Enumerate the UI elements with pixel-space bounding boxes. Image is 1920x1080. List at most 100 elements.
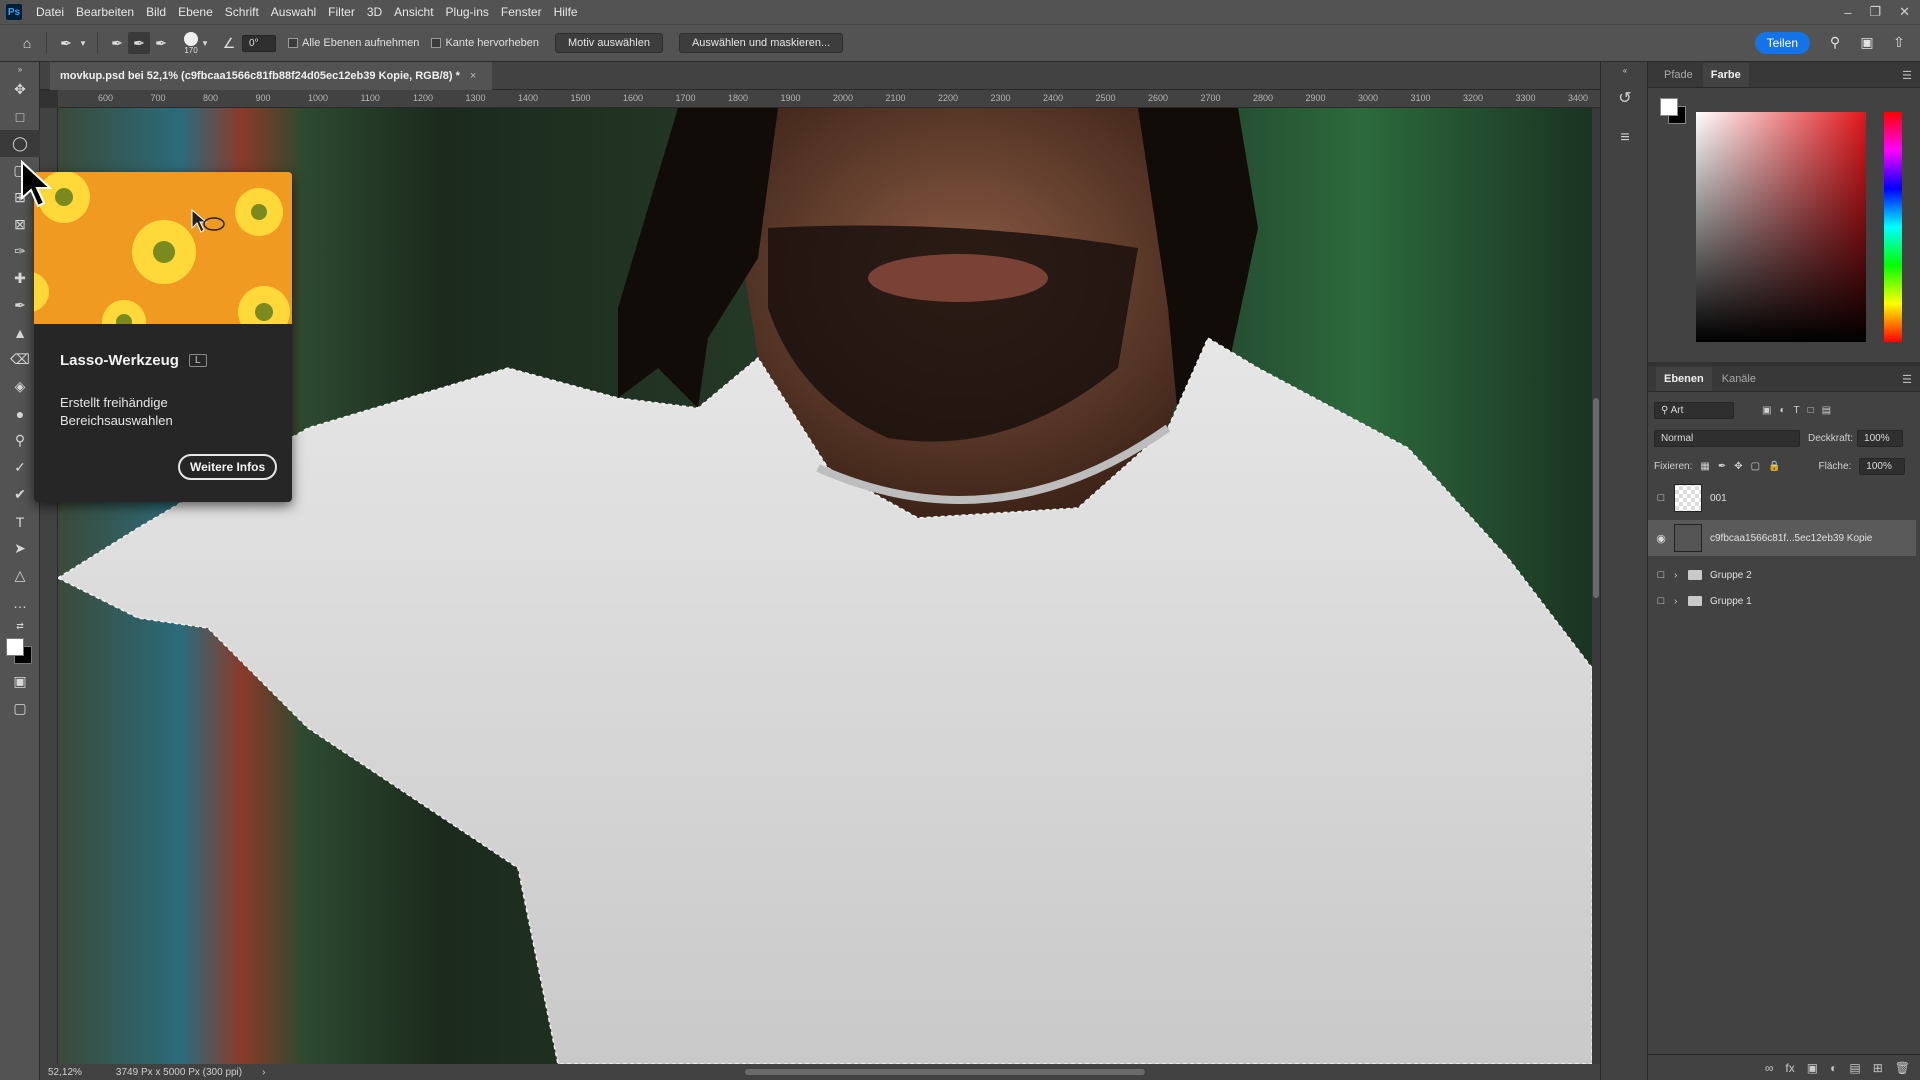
link-layers-icon[interactable]: ∞ [1765,1061,1774,1075]
minimize-icon[interactable]: – [1844,5,1851,20]
tab-ebenen[interactable]: Ebenen [1656,366,1712,391]
checkbox-box[interactable] [431,38,442,48]
vertical-scrollbar[interactable] [1592,108,1600,1064]
lock-transparency-icon[interactable]: ▦ [1700,461,1709,472]
select-and-mask-button[interactable]: Auswählen und maskieren... [678,33,844,53]
search-icon[interactable]: ⚲ [1824,31,1846,53]
export-icon[interactable]: ⇧ [1888,31,1910,53]
menu-plugins[interactable]: Plug-ins [440,0,495,24]
zoom-level[interactable]: 52,12% [48,1067,82,1078]
lock-all-icon[interactable]: 🔒 [1768,461,1780,472]
horizontal-scroll-thumb[interactable] [745,1069,1145,1075]
add-mask-icon[interactable]: ▣ [1807,1061,1818,1075]
chevron-right-icon[interactable]: › [1674,596,1688,607]
group-row[interactable]: □ › Gruppe 1 [1648,588,1916,614]
type-tool-icon[interactable]: T [0,508,40,535]
eye-icon[interactable]: ◉ [1648,532,1674,545]
restore-icon[interactable]: ❐ [1869,4,1881,20]
opacity-input[interactable]: 100% [1857,430,1904,447]
ruler-tick-label: 3300 [1515,93,1536,103]
workspace-icon[interactable]: ▣ [1856,31,1878,53]
tab-kanaele[interactable]: Kanäle [1714,367,1764,391]
adjustment-layer-icon[interactable]: ◐ [1830,1061,1837,1075]
fx-icon[interactable]: fx [1785,1061,1794,1075]
fill-input[interactable]: 100% [1859,458,1906,475]
path-selection-tool-icon[interactable]: ➤ [0,535,40,562]
smart-object-filter-icon[interactable]: ▤ [1822,405,1831,416]
shape-filter-icon[interactable]: □ [1808,405,1814,416]
share-button[interactable]: Teilen [1754,32,1810,54]
lock-pixels-icon[interactable]: ✒ [1718,461,1726,472]
collapse-panels-icon[interactable]: « [1601,62,1649,78]
type-filter-icon[interactable]: T [1794,405,1800,416]
quick-selection-preset-icon[interactable]: ✒ [55,32,77,54]
menu-datei[interactable]: Datei [30,0,70,24]
menu-auswahl[interactable]: Auswahl [265,0,322,24]
pixel-filter-icon[interactable]: ▣ [1762,405,1771,416]
hue-slider[interactable] [1884,112,1902,342]
chevron-right-icon[interactable]: › [262,1067,265,1078]
screen-mode-icon[interactable]: ▢ [0,695,40,722]
chevron-down-icon[interactable]: ▾ [198,32,212,54]
new-selection-icon[interactable]: ✒ [106,32,128,54]
tab-farbe[interactable]: Farbe [1702,62,1749,87]
panel-menu-icon[interactable]: ☰ [1902,373,1912,386]
brush-size-control[interactable]: 170 [184,31,198,55]
home-icon[interactable]: ⌂ [16,32,38,54]
subtract-selection-icon[interactable]: ✒ [150,32,172,54]
sample-all-layers-checkbox[interactable]: Alle Ebenen aufnehmen [288,37,419,49]
menu-bild[interactable]: Bild [140,0,172,24]
move-tool-icon[interactable]: ✥ [0,76,40,103]
new-layer-icon[interactable]: ⊞ [1873,1061,1883,1075]
color-swatches[interactable] [0,636,40,668]
angle-input[interactable]: 0° [242,34,276,52]
checkbox-box[interactable] [288,38,298,48]
close-icon[interactable]: ✕ [1899,4,1910,20]
menu-fenster[interactable]: Fenster [495,0,548,24]
collapse-toolbar-icon[interactable]: » [0,62,40,76]
menu-schrift[interactable]: Schrift [219,0,265,24]
menu-hilfe[interactable]: Hilfe [548,0,584,24]
lasso-tool-icon[interactable]: ◯ [0,130,40,157]
layer-filter-select[interactable]: ⚲ Art [1654,402,1734,419]
blend-mode-select[interactable]: Normal [1654,430,1800,447]
foreground-color-swatch[interactable] [6,638,24,656]
close-tab-icon[interactable]: × [470,70,476,82]
document-tab[interactable]: movkup.psd bei 52,1% (c9fbcaa1566c81fb88… [50,62,493,90]
delete-layer-icon[interactable]: 🗑 [1895,1061,1910,1075]
tab-pfade[interactable]: Pfade [1656,63,1701,87]
history-icon[interactable]: ↺ [1601,78,1649,118]
chevron-right-icon[interactable]: › [1674,570,1688,581]
shape-tool-icon[interactable]: △ [0,562,40,589]
group-row[interactable]: □ › Gruppe 2 [1648,562,1916,588]
swap-colors-icon[interactable]: ⇄ [0,616,40,636]
color-picker-field[interactable] [1696,112,1866,342]
menu-bearbeiten[interactable]: Bearbeiten [70,0,140,24]
menu-ansicht[interactable]: Ansicht [388,0,439,24]
add-to-selection-icon[interactable]: ✒ [128,32,150,54]
visibility-toggle[interactable]: □ [1648,569,1674,581]
lock-artboard-icon[interactable]: ▢ [1751,461,1760,472]
adjustment-filter-icon[interactable]: ◐ [1779,405,1785,416]
quick-mask-icon[interactable]: ▣ [0,668,40,695]
visibility-toggle[interactable]: □ [1648,595,1674,607]
scroll-thumb[interactable] [1593,398,1599,598]
marquee-tool-icon[interactable]: □ [0,103,40,130]
menu-3d[interactable]: 3D [361,0,388,24]
chevron-down-icon[interactable]: ▾ [77,32,89,54]
more-tools-icon[interactable]: … [0,589,40,616]
new-group-icon[interactable]: ▤ [1849,1061,1860,1075]
layer-row[interactable]: □ 001 [1648,480,1916,516]
menu-filter[interactable]: Filter [322,0,361,24]
menu-bar: Ps Datei Bearbeiten Bild Ebene Schrift A… [0,0,1920,24]
panel-menu-icon[interactable]: ☰ [1902,69,1912,82]
visibility-toggle[interactable]: □ [1648,492,1674,504]
foreground-swatch[interactable] [1660,98,1678,116]
layer-row-selected[interactable]: ◉ c9fbcaa1566c81f...5ec12eb39 Kopie [1648,520,1916,556]
menu-ebene[interactable]: Ebene [172,0,219,24]
select-subject-button[interactable]: Motiv auswählen [555,33,663,53]
lock-position-icon[interactable]: ✥ [1734,461,1742,472]
layers-stack-icon[interactable]: ≡ [1601,118,1649,158]
learn-more-button[interactable]: Weitere Infos [178,454,278,480]
enhance-edge-checkbox[interactable]: Kante hervorheben [431,37,539,49]
